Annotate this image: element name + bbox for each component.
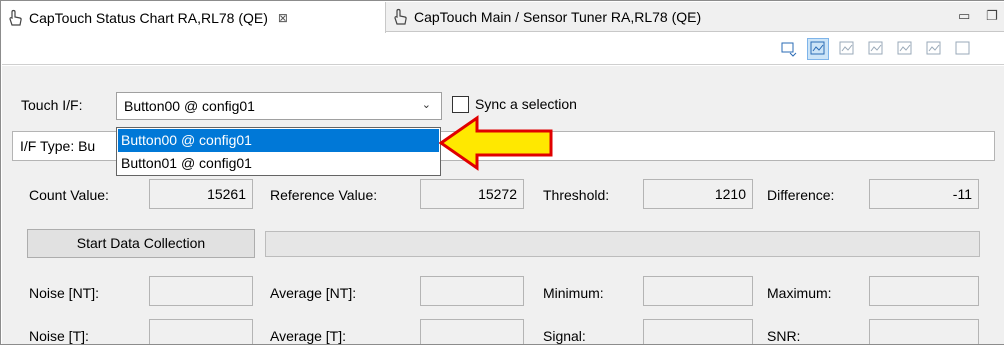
noise-nt-label: Noise [NT]: bbox=[29, 285, 100, 301]
difference-field: -11 bbox=[869, 179, 979, 209]
tab-status-chart[interactable]: CapTouch Status Chart RA,RL78 (QE) ⊠ bbox=[2, 2, 386, 33]
difference-label: Difference: bbox=[767, 187, 835, 203]
reference-value-field: 15272 bbox=[420, 179, 524, 209]
count-value-label: Count Value: bbox=[29, 187, 109, 203]
count-value-field: 15261 bbox=[149, 179, 253, 209]
status-panel: Touch I/F: Button00 @ config01 ⌄ Sync a … bbox=[2, 66, 1004, 344]
snr-field bbox=[869, 319, 979, 344]
touch-if-dropdown-list: Button00 @ config01 Button01 @ config01 bbox=[116, 127, 441, 176]
annotation-arrow-icon bbox=[439, 115, 553, 171]
dropdown-option[interactable]: Button00 @ config01 bbox=[118, 129, 439, 152]
chart-refresh-icon[interactable] bbox=[778, 38, 800, 60]
tab-bar: CapTouch Status Chart RA,RL78 (QE) ⊠ Cap… bbox=[2, 2, 1004, 33]
app-window: CapTouch Status Chart RA,RL78 (QE) ⊠ Cap… bbox=[0, 0, 1004, 345]
average-t-label: Average [T]: bbox=[270, 328, 347, 344]
chevron-down-icon: ⌄ bbox=[421, 99, 431, 111]
chart-more-icon[interactable] bbox=[952, 38, 974, 60]
signal-field bbox=[643, 319, 753, 344]
minimum-label: Minimum: bbox=[543, 285, 604, 301]
threshold-field: 1210 bbox=[643, 179, 753, 209]
dropdown-option[interactable]: Button01 @ config01 bbox=[118, 152, 439, 175]
touch-if-combo[interactable]: Button00 @ config01 ⌄ bbox=[116, 92, 442, 120]
average-nt-label: Average [NT]: bbox=[270, 285, 357, 301]
touch-if-label: Touch I/F: bbox=[21, 97, 83, 113]
noise-t-label: Noise [T]: bbox=[29, 328, 89, 344]
chart-upload-icon[interactable] bbox=[923, 38, 945, 60]
average-nt-field bbox=[420, 276, 524, 306]
noise-nt-field bbox=[149, 276, 253, 306]
tab-label: CapTouch Status Chart RA,RL78 (QE) bbox=[29, 9, 268, 26]
combo-selected-value: Button00 @ config01 bbox=[124, 98, 255, 114]
if-type-label: I/F Type: Bu bbox=[20, 138, 96, 154]
toolbar bbox=[2, 33, 1004, 65]
touch-hand-icon bbox=[9, 9, 22, 26]
sync-checkbox[interactable] bbox=[452, 96, 469, 113]
tab-label: CapTouch Main / Sensor Tuner RA,RL78 (QE… bbox=[414, 9, 702, 25]
snr-label: SNR: bbox=[767, 328, 801, 344]
minimum-field bbox=[643, 276, 753, 306]
signal-label: Signal: bbox=[543, 328, 586, 344]
close-icon[interactable]: ⊠ bbox=[278, 11, 288, 25]
average-t-field bbox=[420, 319, 524, 344]
maximum-field bbox=[869, 276, 979, 306]
chart-select-icon[interactable] bbox=[807, 38, 829, 60]
chart-icon[interactable] bbox=[836, 38, 858, 60]
chart-download-icon[interactable] bbox=[894, 38, 916, 60]
tab-main-sensor-tuner[interactable]: CapTouch Main / Sensor Tuner RA,RL78 (QE… bbox=[387, 2, 787, 32]
collection-progress-bar bbox=[265, 231, 980, 257]
chart-icon[interactable] bbox=[865, 38, 887, 60]
reference-value-label: Reference Value: bbox=[270, 187, 378, 203]
noise-t-field bbox=[149, 319, 253, 344]
sync-label[interactable]: Sync a selection bbox=[475, 96, 577, 112]
minimize-icon[interactable]: ▭ bbox=[958, 8, 970, 24]
touch-hand-icon bbox=[394, 8, 407, 25]
maximum-label: Maximum: bbox=[767, 285, 832, 301]
start-data-collection-button[interactable]: Start Data Collection bbox=[27, 229, 255, 258]
threshold-label: Threshold: bbox=[543, 187, 610, 203]
restore-icon[interactable]: ❐ bbox=[986, 8, 998, 24]
